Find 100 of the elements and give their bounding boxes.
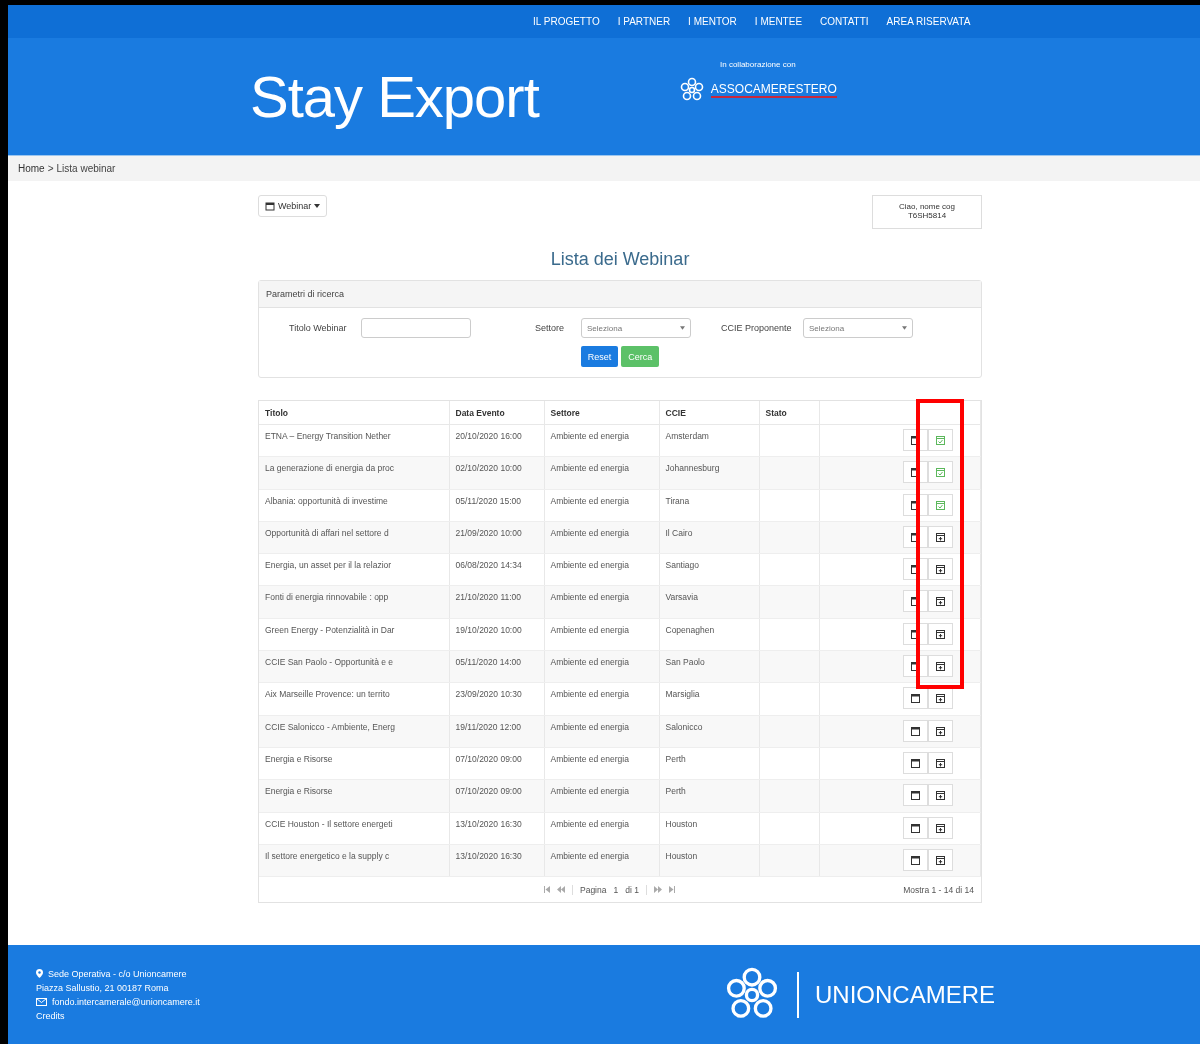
add-calendar-button[interactable] (928, 687, 953, 710)
table-cell: Il settore energetico e la supply c (259, 844, 449, 877)
table-cell: Marsiglia (659, 682, 759, 716)
calendar-check-icon (936, 435, 945, 445)
breadcrumb-link[interactable]: Home (18, 163, 45, 174)
table-cell: Ambiente ed energia (544, 456, 659, 490)
calendar-plus-icon (936, 822, 945, 833)
calendar-plus-icon (936, 596, 945, 607)
calendar-plus-icon (936, 790, 945, 801)
table-cell: 19/10/2020 10:00 (449, 618, 544, 651)
table-cell: 06/08/2020 14:34 (449, 553, 544, 586)
calendar-plus-icon (936, 661, 945, 672)
calendar-icon (911, 854, 920, 865)
email-link[interactable]: fondo.intercamerale@unioncamere.it (52, 996, 200, 1007)
add-calendar-button[interactable] (928, 751, 953, 774)
table-cell: Green Energy - Potenzialità in Dar (259, 618, 449, 651)
add-calendar-button[interactable] (928, 590, 953, 613)
pager-summary: Mostra 1 - 14 di 14 (903, 884, 974, 895)
table-cell: Salonicco (659, 715, 759, 748)
page-number[interactable]: 1 (613, 884, 619, 895)
table-cell: San Paolo (659, 650, 759, 683)
title-input-field[interactable] (361, 318, 471, 338)
calendar-button[interactable] (903, 784, 928, 807)
breadcrumb-separator: > (47, 163, 54, 174)
table-cell: Opportunità di affari nel settore d (259, 521, 449, 554)
calendar-plus-icon (936, 693, 945, 704)
calendar-plus-icon (936, 628, 945, 639)
table-cell: Varsavia (659, 586, 759, 619)
reset-button[interactable]: Reset (580, 346, 619, 367)
calendar-icon (911, 693, 920, 704)
column-header[interactable]: Data Evento (449, 401, 544, 425)
calendar-button[interactable] (903, 848, 928, 871)
table-cell: Santiago (659, 553, 759, 586)
add-calendar-button[interactable] (928, 719, 953, 742)
nav-link[interactable]: I PARTNER (608, 16, 680, 27)
table-cell: Energia e Risorse (259, 747, 449, 780)
footer-address-title: Sede Operativa - c/o Unioncamere (48, 968, 187, 979)
footer-logo-text: UNIONCAMERE (815, 980, 995, 1009)
table-cell: Ambiente ed energia (544, 521, 659, 554)
nav-link[interactable]: I MENTOR (679, 16, 746, 27)
add-calendar-button[interactable] (928, 784, 953, 807)
table-cell: Ambiente ed energia (544, 424, 659, 457)
table-cell: 13/10/2020 16:30 (449, 812, 544, 845)
nav-link[interactable]: CONTATTI (811, 16, 878, 27)
table-cell: CCIE Salonicco - Ambiente, Energ (259, 715, 449, 748)
calendar-button[interactable] (903, 816, 928, 839)
table-cell: 19/11/2020 12:00 (449, 715, 544, 748)
envelope-icon (36, 997, 47, 1006)
page-total: di 1 (625, 884, 639, 895)
calendar-button[interactable] (903, 751, 928, 774)
nav-link[interactable]: I MENTEE (745, 16, 812, 27)
caret-icon (314, 204, 321, 208)
table-cell: 23/09/2020 10:30 (449, 682, 544, 716)
table-cell: Ambiente ed energia (544, 747, 659, 780)
table-cell: Ambiente ed energia (544, 812, 659, 845)
field-label: Settore (535, 323, 566, 333)
partner-logo-text[interactable]: ASSOCAMERESTERO (710, 82, 837, 98)
add-calendar-button[interactable] (928, 655, 953, 678)
column-header[interactable]: Settore (544, 401, 659, 425)
add-calendar-button[interactable] (928, 816, 953, 839)
column-header[interactable]: Titolo (259, 401, 449, 425)
calendar-plus-icon (936, 564, 945, 575)
table-cell: ETNA – Energy Transition Nether (259, 424, 449, 457)
nav-link[interactable]: IL PROGETTO (524, 16, 609, 27)
caret-icon (902, 326, 907, 330)
calendar-plus-icon (936, 757, 945, 768)
calendar-check-icon (936, 499, 945, 510)
add-calendar-button[interactable] (928, 848, 953, 871)
add-calendar-button[interactable] (928, 622, 953, 645)
sector-select[interactable]: Seleziona (581, 318, 691, 338)
table-cell: Ambiente ed energia (544, 618, 659, 651)
table-cell: Perth (659, 747, 759, 780)
location-pin-icon (36, 969, 43, 978)
page-title: Lista dei Webinar (549, 249, 691, 270)
table-cell: 21/10/2020 11:00 (449, 586, 544, 619)
table-cell: 02/10/2020 10:00 (449, 456, 544, 490)
column-header[interactable]: Stato (759, 401, 819, 425)
column-header[interactable]: CCIE (659, 401, 759, 425)
calendar-icon (911, 790, 920, 801)
table-cell: Houston (659, 844, 759, 877)
table-cell: Ambiente ed energia (544, 844, 659, 877)
credits-link[interactable]: Credits (36, 1010, 200, 1021)
page-label: Pagina (580, 884, 607, 895)
user-menu-button[interactable]: Ciao, nome cog T6SH5814 (872, 195, 982, 229)
ccie-select[interactable]: Seleziona (803, 318, 913, 338)
swirl-logo-icon (678, 77, 705, 103)
webinar-menu-button[interactable]: Webinar (258, 195, 328, 217)
table-cell: Amsterdam (659, 424, 759, 457)
table-cell: Copenaghen (659, 618, 759, 651)
calendar-plus-icon (936, 854, 945, 865)
table-cell: Ambiente ed energia (544, 715, 659, 748)
add-calendar-button[interactable] (928, 558, 953, 581)
table-cell: Ambiente ed energia (544, 553, 659, 586)
calendar-button[interactable] (903, 687, 928, 710)
table-cell: Energia e Risorse (259, 779, 449, 813)
field-label: Titolo Webinar (289, 323, 348, 333)
calendar-button[interactable] (903, 719, 928, 742)
add-calendar-button[interactable] (928, 525, 953, 548)
table-cell: Ambiente ed energia (544, 489, 659, 522)
nav-link[interactable]: AREA RISERVATA (877, 16, 980, 27)
